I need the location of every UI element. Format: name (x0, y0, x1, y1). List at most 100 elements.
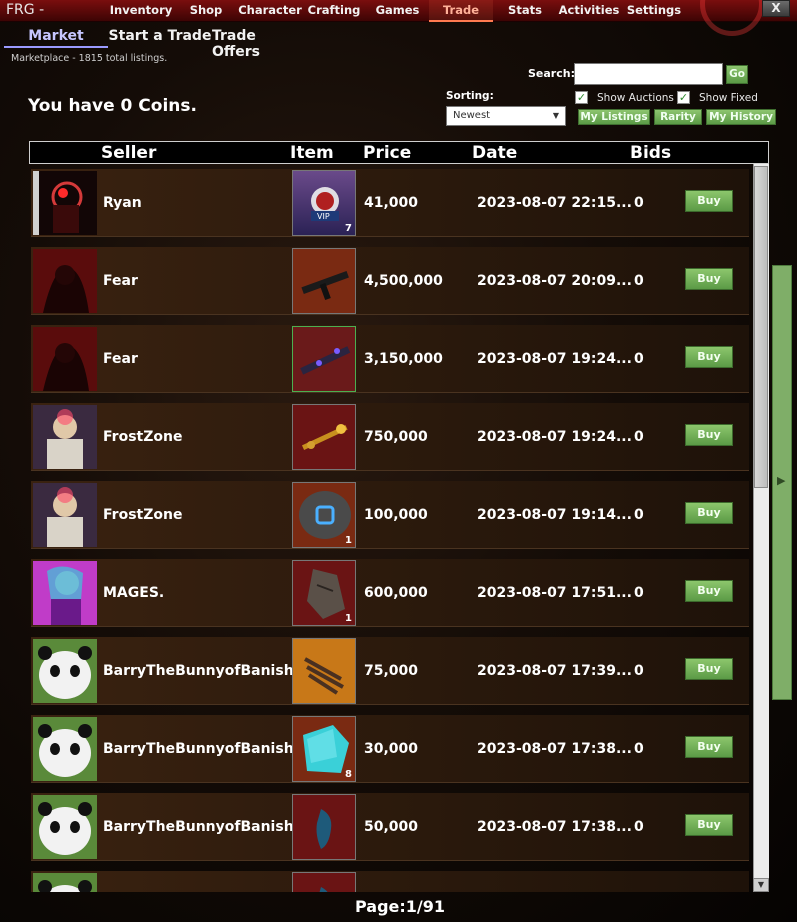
nav-settings[interactable]: Settings (621, 0, 687, 22)
table-row[interactable]: MAGES. 1 600,000 2023-08-07 17:51... 0 B… (31, 559, 749, 627)
search-label: Search: (528, 67, 575, 80)
seller-name: FrostZone (103, 507, 183, 523)
show-fixed-label: Show Fixed (699, 92, 758, 104)
item-slot[interactable]: VIP 7 (292, 170, 356, 236)
table-row[interactable]: FrostZone 750,000 2023-08-07 19:24... 0 … (31, 403, 749, 471)
bids-count: 0 (634, 351, 644, 367)
close-button[interactable]: X (762, 0, 790, 17)
item-slot[interactable] (292, 872, 356, 892)
seller-name: Ryan (103, 195, 142, 211)
avatar (33, 795, 97, 859)
table-row[interactable]: Ryan VIP 7 41,000 2023-08-07 22:15... 0 … (31, 169, 749, 237)
buy-button[interactable]: Buy (685, 346, 733, 368)
svg-text:VIP: VIP (317, 212, 330, 221)
nav-shop[interactable]: Shop (174, 0, 238, 22)
sorting-select[interactable]: Newest ▼ (446, 106, 566, 126)
table-row[interactable]: BarryTheBunnyofBanish... 8 30,000 2023-0… (31, 715, 749, 783)
item-slot[interactable]: 1 (292, 560, 356, 626)
bids-count: 0 (634, 429, 644, 445)
tab-trade-offers[interactable]: Trade Offers (212, 26, 308, 60)
item-slot[interactable]: 8 (292, 716, 356, 782)
blue-gem-icon (319, 887, 328, 892)
rarity-button[interactable]: Rarity (654, 109, 702, 125)
nav-inventory[interactable]: Inventory (108, 0, 174, 22)
price: 100,000 (364, 507, 428, 523)
item-slot[interactable] (292, 248, 356, 314)
table-row[interactable]: Buy (31, 871, 749, 892)
top-bar: FRG - Inventory Shop Character Crafting … (0, 0, 797, 36)
nav-activities[interactable]: Activities (557, 0, 621, 22)
seller-name: FrostZone (103, 429, 183, 445)
price: 41,000 (364, 195, 419, 211)
seller-name: Fear (103, 351, 138, 367)
bids-count: 0 (634, 507, 644, 523)
go-button[interactable]: Go (726, 65, 748, 84)
listings-table: Ryan VIP 7 41,000 2023-08-07 22:15... 0 … (29, 164, 753, 892)
price: 75,000 (364, 663, 419, 679)
top-nav: Inventory Shop Character Crafting Games … (108, 0, 687, 22)
buy-button[interactable]: Buy (685, 190, 733, 212)
price: 50,000 (364, 819, 419, 835)
item-slot[interactable] (292, 326, 356, 392)
table-header: Seller Item Price Date Bids (29, 141, 769, 164)
listing-date: 2023-08-07 20:09... (477, 273, 632, 289)
buy-button[interactable]: Buy (685, 658, 733, 680)
nav-character[interactable]: Character (238, 0, 302, 22)
table-row[interactable]: BarryTheBunnyofBanish... 50,000 2023-08-… (31, 793, 749, 861)
item-slot[interactable] (292, 638, 356, 704)
table-row[interactable]: FrostZone 1 100,000 2023-08-07 19:14... … (31, 481, 749, 549)
show-auctions-label: Show Auctions (597, 92, 674, 104)
tab-start-a-trade[interactable]: Start a Trade (108, 26, 212, 48)
seller-name: BarryTheBunnyofBanish... (103, 741, 310, 757)
item-slot[interactable] (292, 794, 356, 860)
tab-market[interactable]: Market (4, 26, 108, 48)
buy-button[interactable]: Buy (685, 736, 733, 758)
my-history-button[interactable]: My History (706, 109, 776, 125)
show-fixed-checkbox[interactable]: ✓ (677, 91, 690, 104)
bids-count: 0 (634, 663, 644, 679)
scroll-down-arrow-icon[interactable]: ▼ (753, 878, 769, 892)
item-slot[interactable]: 1 (292, 482, 356, 548)
bids-count: 0 (634, 819, 644, 835)
listing-date: 2023-08-07 17:39... (477, 663, 632, 679)
seller-name: MAGES. (103, 585, 165, 601)
chevron-right-icon: ▶ (777, 474, 786, 487)
chevron-down-icon: ▼ (552, 111, 559, 120)
buy-button[interactable]: Buy (685, 268, 733, 290)
price: 4,500,000 (364, 273, 443, 289)
ornate-staff-icon (301, 424, 348, 450)
scrollbar-thumb[interactable] (754, 166, 768, 488)
item-quantity: 8 (345, 769, 352, 780)
table-row[interactable]: BarryTheBunnyofBanish... 75,000 2023-08-… (31, 637, 749, 705)
table-row[interactable]: Fear 3,150,000 2023-08-07 19:24... 0 Buy (31, 325, 749, 393)
listing-date: 2023-08-07 17:38... (477, 741, 632, 757)
price: 30,000 (364, 741, 419, 757)
seller-name: Fear (103, 273, 138, 289)
listing-date: 2023-08-07 17:38... (477, 819, 632, 835)
brand-logo-icon (700, 0, 764, 36)
blue-gem-icon (316, 809, 332, 849)
nav-stats[interactable]: Stats (493, 0, 557, 22)
show-auctions-checkbox[interactable]: ✓ (575, 91, 588, 104)
nav-crafting[interactable]: Crafting (302, 0, 366, 22)
my-listings-button[interactable]: My Listings (578, 109, 650, 125)
avatar (33, 171, 97, 235)
coins-balance: You have 0 Coins. (28, 96, 197, 116)
app-title: FRG - (6, 2, 45, 18)
seller-name: BarryTheBunnyofBanish... (103, 819, 310, 835)
header-item: Item (290, 143, 334, 163)
buy-button[interactable]: Buy (685, 580, 733, 602)
rifle-icon (300, 346, 351, 375)
search-input[interactable] (574, 63, 723, 85)
buy-button[interactable]: Buy (685, 814, 733, 836)
buy-button[interactable]: Buy (685, 424, 733, 446)
nav-trade[interactable]: Trade (429, 0, 493, 22)
buy-button[interactable]: Buy (685, 502, 733, 524)
nav-games[interactable]: Games (366, 0, 429, 22)
table-row[interactable]: Fear 4,500,000 2023-08-07 20:09... 0 Buy (31, 247, 749, 315)
sorting-value: Newest (453, 110, 491, 121)
item-slot[interactable] (292, 404, 356, 470)
avatar (33, 249, 97, 313)
listing-date: 2023-08-07 19:24... (477, 351, 632, 367)
price: 3,150,000 (364, 351, 443, 367)
